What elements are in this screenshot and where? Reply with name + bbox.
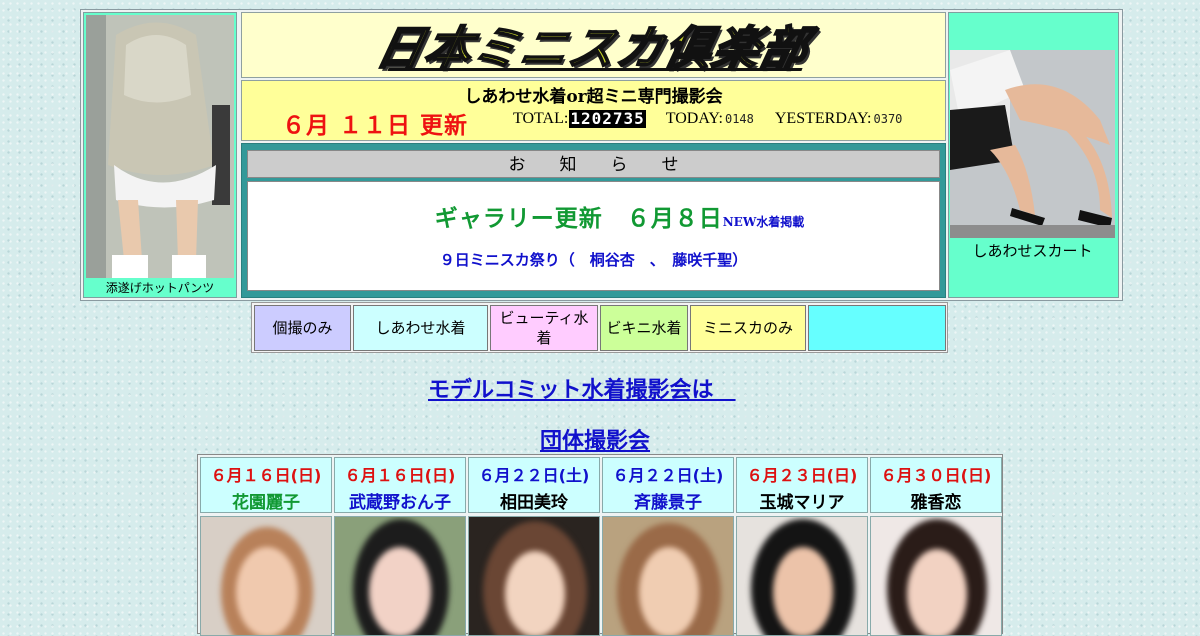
- model-photo-3[interactable]: [468, 516, 600, 636]
- notice-heading: お 知 ら せ: [247, 150, 940, 178]
- notice-gallery-line: ギャラリー更新 ６月８日NEW水着掲載: [247, 199, 992, 233]
- nav-beauty-swimsuit[interactable]: ビューティ水着: [490, 305, 598, 351]
- total-counter: 1202735: [569, 109, 646, 128]
- model-photo-4[interactable]: [602, 516, 734, 636]
- today-label: TODAY:: [665, 110, 723, 127]
- left-model-photo[interactable]: [86, 15, 234, 278]
- right-photo-caption: しあわせスカート: [972, 242, 1093, 260]
- schedule-header-2[interactable]: ６月１６日(日) 武蔵野おん子: [334, 457, 466, 513]
- schedule-date: ６月２２日(土): [612, 466, 724, 485]
- nav-miniskirt-only[interactable]: ミニスカのみ: [690, 305, 806, 351]
- model-name: 花園麗子: [232, 493, 300, 513]
- notice-event-line: ９日ミニスカ祭り（ 桐谷杏 、 藤咲千聖）: [439, 251, 748, 269]
- skirt-photo-illustration: [950, 50, 1115, 238]
- model-name: 武蔵野おん子: [349, 493, 451, 513]
- hot-pants-photo-illustration: [86, 15, 234, 278]
- model-photo-6[interactable]: [870, 516, 1002, 636]
- right-model-photo[interactable]: [950, 50, 1115, 238]
- schedule-header-1[interactable]: ６月１６日(日) 花園麗子: [200, 457, 332, 513]
- model-commit-link[interactable]: モデルコミット水着撮影会は: [428, 372, 736, 404]
- yesterday-counter: 0370: [873, 112, 903, 126]
- left-photo-caption: 添遂げホットパンツ: [105, 281, 215, 295]
- schedule-date: ６月２２日(土): [478, 466, 590, 485]
- model-name: 斉藤景子: [634, 493, 702, 513]
- model-photo-5[interactable]: [736, 516, 868, 636]
- model-name: 玉城マリア: [759, 493, 845, 513]
- logo-underline: [387, 68, 803, 71]
- schedule-date: ６月３０日(日): [880, 466, 992, 485]
- schedule-header-4[interactable]: ６月２２日(土) 斉藤景子: [602, 457, 734, 513]
- today-counter: 0148: [724, 112, 754, 126]
- model-photo-1[interactable]: [200, 516, 332, 636]
- page-subtitle: しあわせ水着or超ミニ専門撮影会: [464, 87, 723, 107]
- model-photo-2[interactable]: [334, 516, 466, 636]
- nav-private-shoot[interactable]: 個撮のみ: [254, 305, 351, 351]
- model-name: 相田美玲: [500, 493, 568, 513]
- schedule-date: ６月１６日(日): [210, 466, 322, 485]
- schedule-date: ６月１６日(日): [344, 466, 456, 485]
- total-label: TOTAL:: [513, 110, 569, 127]
- access-counters: TOTAL: 1202735 TODAY: 0148 YESTERDAY: 03…: [513, 110, 903, 128]
- notice-body: [247, 181, 940, 291]
- schedule-header-6[interactable]: ６月３０日(日) 雅香恋: [870, 457, 1002, 513]
- schedule-date: ６月２３日(日): [746, 466, 858, 485]
- schedule-header-5[interactable]: ６月２３日(日) 玉城マリア: [736, 457, 868, 513]
- nav-bikini[interactable]: ビキニ水着: [600, 305, 688, 351]
- gallery-update-text: ギャラリー更新 ６月８日: [434, 206, 723, 232]
- model-name: 雅香恋: [910, 493, 962, 513]
- nav-happy-swimsuit[interactable]: しあわせ水着: [353, 305, 488, 351]
- group-shoot-link[interactable]: 団体撮影会: [540, 423, 650, 455]
- update-date: ６月 １１日 更新: [282, 113, 469, 139]
- new-swimsuit-tag: NEW水着掲載: [722, 215, 805, 229]
- schedule-header-3[interactable]: ６月２２日(土) 相田美玲: [468, 457, 600, 513]
- nav-empty-cell[interactable]: [808, 305, 946, 351]
- yesterday-label: YESTERDAY:: [774, 110, 872, 127]
